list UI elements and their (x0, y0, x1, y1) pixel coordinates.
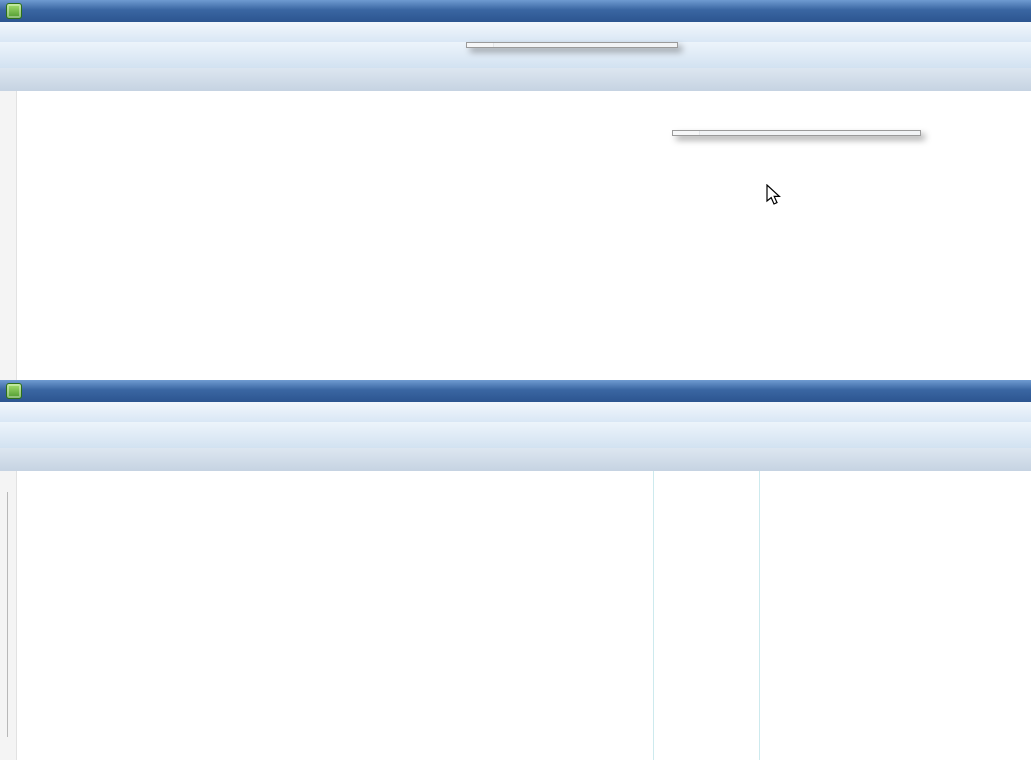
jsmin-submenu (672, 130, 921, 136)
code-editor[interactable] (0, 471, 1031, 760)
fold-structure-line (7, 492, 8, 737)
notepad-window-top (0, 0, 1031, 380)
tab-bar (0, 68, 1031, 92)
menu-bar (0, 22, 1031, 43)
editor-content (0, 471, 1031, 760)
notepadpp-app-icon (6, 3, 22, 19)
plugins-dropdown-menu (466, 42, 678, 48)
title-bar[interactable] (0, 0, 1031, 22)
menu-bar (0, 402, 1031, 423)
notepadpp-app-icon (6, 383, 22, 399)
title-bar[interactable] (0, 380, 1031, 402)
notepad-window-bottom (0, 380, 1031, 760)
toolbar (0, 422, 1031, 449)
tab-bar (0, 448, 1031, 472)
